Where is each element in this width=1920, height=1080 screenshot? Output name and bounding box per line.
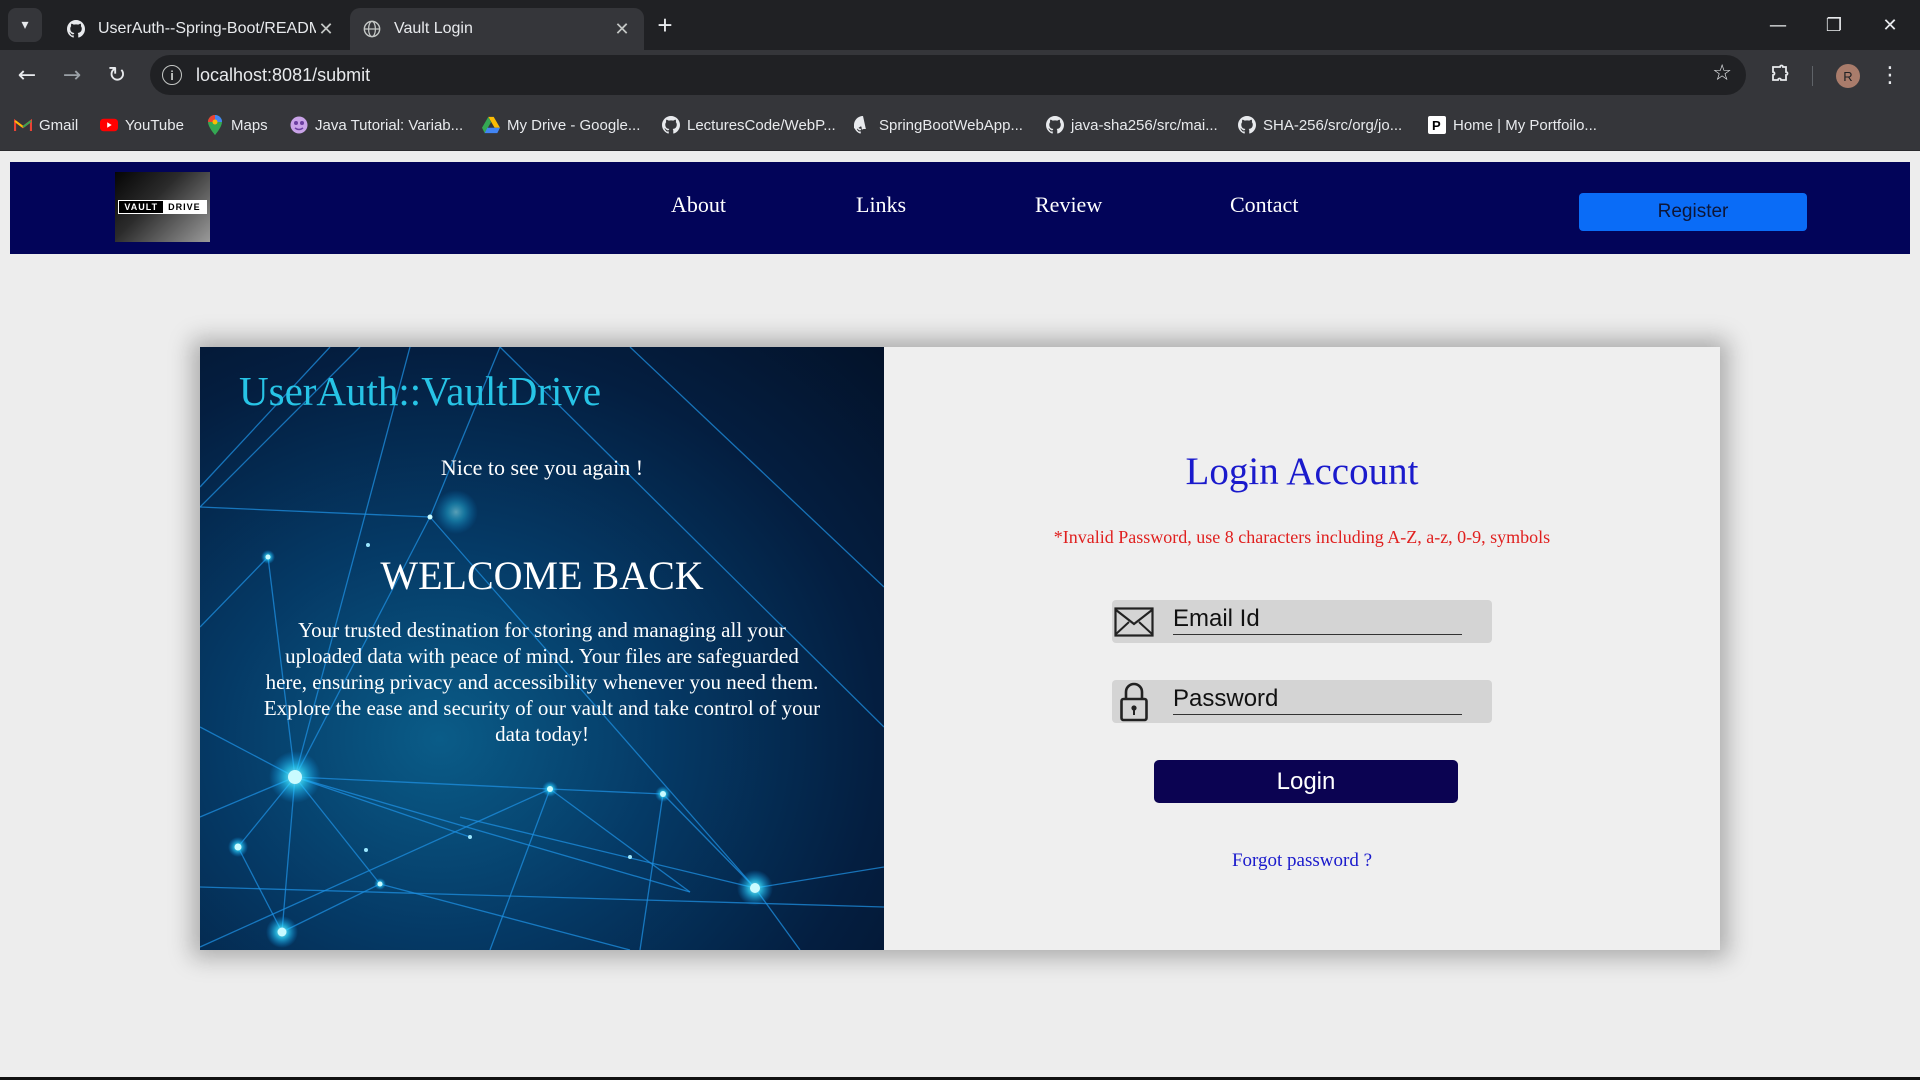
logo-text-vault: VAULT xyxy=(119,201,164,213)
login-card: UserAuth::VaultDrive Nice to see you aga… xyxy=(200,347,1720,950)
nav-link-links[interactable]: Links xyxy=(856,192,906,218)
close-icon: ✕ xyxy=(1882,14,1898,36)
bookmark-gmail[interactable]: Gmail xyxy=(14,114,78,136)
minimize-button[interactable]: — xyxy=(1750,0,1806,50)
welcome-description: Your trusted destination for storing and… xyxy=(263,618,821,746)
bookmark-label: Home | My Portfoilo... xyxy=(1453,116,1597,134)
email-field[interactable]: Email Id xyxy=(1112,600,1492,643)
nav-link-review[interactable]: Review xyxy=(1035,192,1102,218)
address-bar[interactable]: i localhost:8081/submit ☆ xyxy=(150,55,1746,95)
bookmark-label: My Drive - Google... xyxy=(507,116,641,134)
password-input[interactable]: Password xyxy=(1173,685,1462,715)
password-error-message: *Invalid Password, use 8 characters incl… xyxy=(1053,527,1551,547)
google-drive-icon xyxy=(482,116,500,134)
bookmark-java-sha256[interactable]: java-sha256/src/mai... xyxy=(1046,114,1218,136)
minimize-icon: — xyxy=(1769,14,1787,36)
close-icon[interactable]: ✕ xyxy=(612,19,632,39)
gmail-icon xyxy=(14,116,32,134)
back-button[interactable]: ← xyxy=(10,58,44,92)
bookmark-youtube[interactable]: YouTube xyxy=(100,114,184,136)
globe-icon xyxy=(362,19,382,39)
site-navbar: VAULT DRIVE About Links Review Contact R… xyxy=(10,162,1910,254)
extensions-icon[interactable] xyxy=(1768,62,1792,86)
tab-vault-login[interactable]: Vault Login ✕ xyxy=(350,8,644,50)
bookmarks-bar: Gmail YouTube Maps Java Tutorial: Variab… xyxy=(0,100,1920,151)
close-window-button[interactable]: ✕ xyxy=(1862,0,1918,50)
github-icon xyxy=(1046,116,1064,134)
bookmark-portfolio[interactable]: P Home | My Portfoilo... xyxy=(1428,114,1597,136)
register-button[interactable]: Register xyxy=(1579,193,1807,231)
close-icon[interactable]: ✕ xyxy=(316,19,336,39)
tab-title: Vault Login xyxy=(394,20,473,37)
profile-avatar[interactable]: R xyxy=(1836,64,1860,88)
bookmark-lecturescode[interactable]: LecturesCode/WebP... xyxy=(662,114,836,136)
github-icon xyxy=(66,19,86,39)
tab-readme[interactable]: UserAuth--Spring-Boot/README ✕ xyxy=(54,8,348,50)
lock-icon xyxy=(1112,680,1156,723)
github-icon xyxy=(662,116,680,134)
reload-icon: ↻ xyxy=(107,62,127,88)
bookmark-maps[interactable]: Maps xyxy=(206,114,268,136)
svg-text:P: P xyxy=(1432,118,1441,133)
more-menu-icon[interactable]: ⋮ xyxy=(1879,62,1901,88)
bookmark-label: SpringBootWebApp... xyxy=(879,116,1023,134)
maps-icon xyxy=(206,115,224,135)
browser-toolbar: ← → ↻ i localhost:8081/submit ☆ R ⋮ xyxy=(0,50,1920,100)
github-icon xyxy=(1238,116,1256,134)
portfolio-icon: P xyxy=(1428,116,1446,134)
tab-title: UserAuth--Spring-Boot/README xyxy=(98,20,316,37)
restore-button[interactable]: ❐ xyxy=(1806,0,1862,50)
site-info-icon[interactable]: i xyxy=(162,65,182,85)
welcome-panel: UserAuth::VaultDrive Nice to see you aga… xyxy=(200,347,884,950)
logo-wordmark: VAULT DRIVE xyxy=(118,200,207,214)
bookmark-label: java-sha256/src/mai... xyxy=(1071,116,1218,134)
login-title: Login Account xyxy=(1185,450,1419,493)
bookmark-star-icon[interactable]: ☆ xyxy=(1712,61,1732,86)
bookmark-google-drive[interactable]: My Drive - Google... xyxy=(482,114,640,136)
bookmark-sha-256[interactable]: SHA-256/src/org/jo... xyxy=(1238,114,1402,136)
password-field[interactable]: Password xyxy=(1112,680,1492,723)
bookmark-label: YouTube xyxy=(125,116,184,134)
bookmark-label: Java Tutorial: Variab... xyxy=(315,116,464,134)
email-input[interactable]: Email Id xyxy=(1173,605,1462,635)
mail-icon xyxy=(1112,600,1156,643)
arrow-left-icon: ← xyxy=(17,62,37,88)
tab-search-button[interactable]: ▾ xyxy=(8,8,42,42)
toolbar-divider xyxy=(1812,66,1813,86)
app-title: UserAuth::VaultDrive xyxy=(239,368,602,414)
arrow-right-icon: → xyxy=(62,62,82,88)
login-button[interactable]: Login xyxy=(1154,760,1458,803)
browser-tabstrip: ▾ UserAuth--Spring-Boot/README ✕ Vault L… xyxy=(0,0,1920,50)
restore-icon: ❐ xyxy=(1825,14,1843,36)
url-text[interactable]: localhost:8081/submit xyxy=(196,65,370,86)
chevron-down-icon: ▾ xyxy=(21,17,29,33)
greeting-text: Nice to see you again ! xyxy=(440,455,644,480)
youtube-icon xyxy=(100,116,118,134)
new-tab-button[interactable]: + xyxy=(650,10,680,40)
github-icon xyxy=(854,116,872,134)
nav-link-about[interactable]: About xyxy=(671,192,726,218)
bookmark-java-tutorial[interactable]: Java Tutorial: Variab... xyxy=(290,114,463,136)
forward-button[interactable]: → xyxy=(55,58,89,92)
java-tutorial-icon xyxy=(290,116,308,134)
reload-button[interactable]: ↻ xyxy=(100,58,134,92)
nav-link-contact[interactable]: Contact xyxy=(1230,192,1298,218)
bookmark-springbootwebapp[interactable]: SpringBootWebApp... xyxy=(854,114,1023,136)
logo-text-drive: DRIVE xyxy=(163,201,206,213)
vault-drive-logo[interactable]: VAULT DRIVE xyxy=(115,172,210,242)
bookmark-label: Gmail xyxy=(39,116,79,134)
bookmark-label: Maps xyxy=(231,116,268,134)
bookmark-label: SHA-256/src/org/jo... xyxy=(1263,116,1403,134)
welcome-heading: WELCOME BACK xyxy=(380,553,704,598)
bookmark-label: LecturesCode/WebP... xyxy=(687,116,836,134)
plus-icon: + xyxy=(657,9,673,40)
forgot-password-link[interactable]: Forgot password ? xyxy=(884,850,1720,872)
